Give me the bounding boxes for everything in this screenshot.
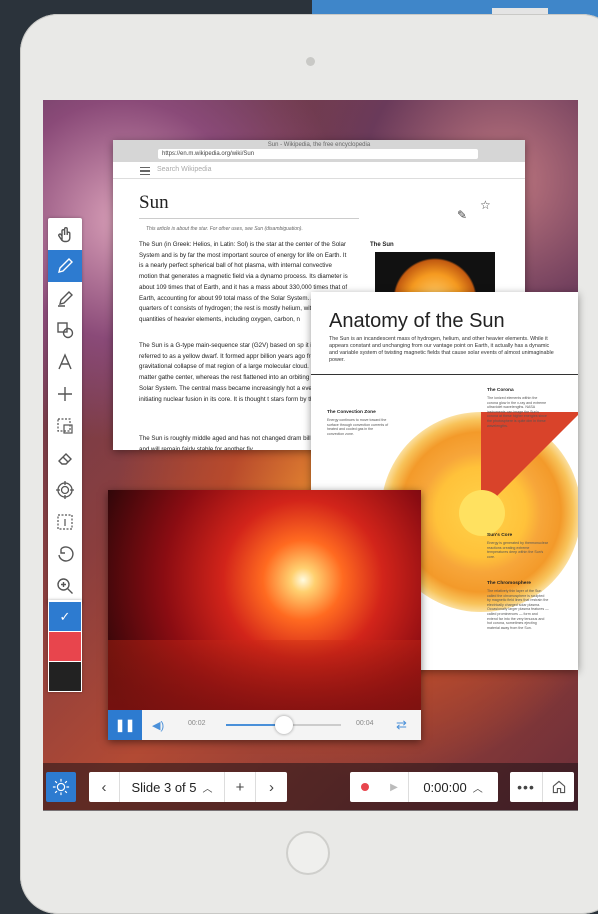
shapes-icon[interactable] xyxy=(48,314,82,346)
anatomy-title: Anatomy of the Sun xyxy=(329,310,505,332)
browser-bar: Sun - Wikipedia, the free encyclopedia h… xyxy=(113,140,525,162)
wiki-search-bar[interactable]: Search Wikipedia xyxy=(113,162,525,179)
browser-window-title: Sun - Wikipedia, the free encyclopedia xyxy=(267,142,371,148)
tool-palette xyxy=(48,218,82,605)
infobox-title: The Sun xyxy=(370,242,394,248)
add-slide-button[interactable]: + xyxy=(225,772,255,802)
pause-icon: ❚❚ xyxy=(114,718,136,732)
article-title: Sun xyxy=(139,192,169,213)
wiki-search-input[interactable]: Search Wikipedia xyxy=(157,166,211,173)
color-swatch-blue[interactable]: ✓ xyxy=(49,602,81,631)
record-button[interactable] xyxy=(350,772,380,802)
next-slide-button[interactable]: › xyxy=(256,772,287,802)
label-core-text: Energy is generated by thermonuclear rea… xyxy=(487,541,548,559)
label-corona: The Corona xyxy=(487,388,514,393)
sun-core-diagram xyxy=(459,490,505,536)
bottom-toolbar: ‹ Slide 3 of 5 ︿ + › ▶ 0:00:00 ︿ ••• xyxy=(43,763,578,811)
loop-icon[interactable]: ⇄ xyxy=(396,717,407,733)
chevron-up-icon: ︿ xyxy=(472,783,483,795)
recording-timer: 0:00:00 xyxy=(423,779,467,795)
prev-slide-button[interactable]: ‹ xyxy=(89,772,119,802)
color-palette: ✓ xyxy=(48,600,82,692)
color-swatch-red[interactable] xyxy=(49,632,81,661)
label-chromosphere-text: The relatively thin layer of the Sun cal… xyxy=(487,589,549,630)
ellipsis-icon: ••• xyxy=(517,779,535,795)
select-hand-icon[interactable] xyxy=(48,218,82,250)
label-chromosphere: The Chromosphere xyxy=(487,581,531,586)
slide-label: Slide 3 of 5 xyxy=(131,779,197,795)
play-icon: ▶ xyxy=(390,781,398,793)
address-bar[interactable]: https://en.m.wikipedia.org/wiki/Sun xyxy=(158,149,478,159)
seek-track[interactable] xyxy=(226,716,341,734)
plus-icon[interactable] xyxy=(48,378,82,410)
undo-icon[interactable] xyxy=(48,538,82,570)
text-box-icon[interactable] xyxy=(48,506,82,538)
more-home-group: ••• xyxy=(510,772,574,802)
hamburger-menu-icon[interactable] xyxy=(140,167,150,175)
text-icon[interactable] xyxy=(48,346,82,378)
highlighter-icon[interactable] xyxy=(48,282,82,314)
eraser-icon[interactable] xyxy=(48,442,82,474)
color-swatch-black[interactable] xyxy=(49,662,81,691)
anatomy-divider xyxy=(311,374,578,375)
record-dot-icon xyxy=(361,783,369,791)
title-divider xyxy=(139,218,359,219)
plus-icon: + xyxy=(235,778,245,796)
label-core: Sun's Core xyxy=(487,533,513,538)
seek-handle[interactable] xyxy=(274,716,293,734)
settings-button[interactable] xyxy=(46,772,76,802)
label-convection-zone-text: Energy continues to move toward the surf… xyxy=(327,418,389,436)
home-button[interactable] xyxy=(286,831,330,875)
target-icon[interactable] xyxy=(48,474,82,506)
end-time: 00:04 xyxy=(356,720,374,727)
label-corona-text: The ionized elements within the corona g… xyxy=(487,396,547,428)
chevron-right-icon: › xyxy=(269,778,274,796)
checkmark-icon: ✓ xyxy=(59,608,71,624)
hatnote: This article is about the star. For othe… xyxy=(146,226,303,232)
pause-button[interactable]: ❚❚ xyxy=(108,710,142,740)
recording-timer-selector[interactable]: 0:00:00 ︿ xyxy=(409,780,497,795)
slide-selector[interactable]: Slide 3 of 5 ︿ xyxy=(120,780,224,795)
edit-pencil-icon[interactable]: ✎ xyxy=(457,208,467,222)
chevron-left-icon: ‹ xyxy=(101,778,107,796)
video-controls: ❚❚ ◀) 00:02 00:04 ⇄ xyxy=(108,710,421,740)
volume-icon[interactable]: ◀) xyxy=(152,719,164,732)
play-recording-button[interactable]: ▶ xyxy=(380,772,408,802)
zoom-icon[interactable] xyxy=(48,570,82,602)
watch-star-icon[interactable]: ☆ xyxy=(480,198,491,212)
recording-controls: ▶ 0:00:00 ︿ xyxy=(350,772,498,802)
current-time: 00:02 xyxy=(188,720,206,727)
chevron-up-icon: ︿ xyxy=(202,783,213,795)
pen-icon[interactable] xyxy=(48,250,82,282)
sun-settings-icon xyxy=(52,778,70,796)
anatomy-intro: The Sun is an incandescent mass of hydro… xyxy=(329,336,554,363)
more-options-button[interactable]: ••• xyxy=(510,772,542,802)
label-convection-zone: The Convection Zone xyxy=(327,410,376,415)
home-screen-button[interactable] xyxy=(543,772,574,802)
screen-capture-icon[interactable] xyxy=(48,410,82,442)
slide-navigator: ‹ Slide 3 of 5 ︿ + › xyxy=(89,772,287,802)
front-camera xyxy=(306,57,315,66)
video-player[interactable]: ❚❚ ◀) 00:02 00:04 ⇄ xyxy=(108,490,421,740)
house-icon xyxy=(552,780,565,794)
